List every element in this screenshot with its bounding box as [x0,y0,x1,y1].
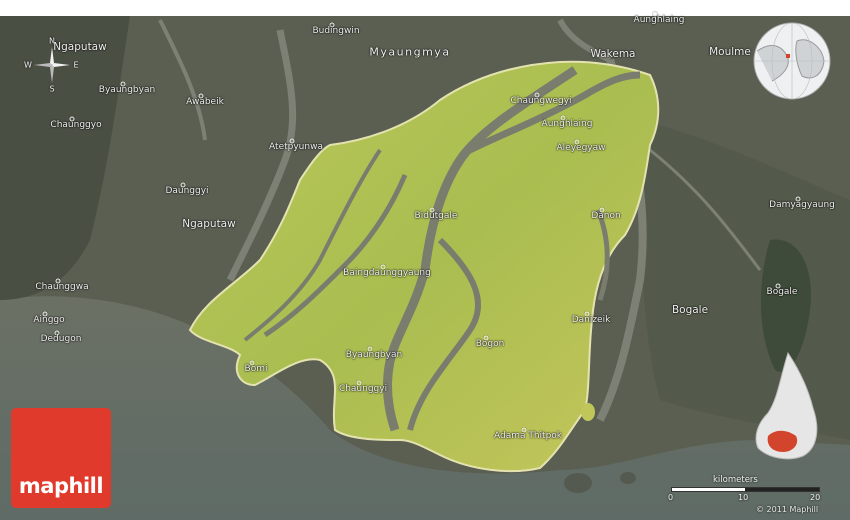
place-label[interactable]: Damyagyaung [769,200,835,210]
locator-inset [748,348,828,463]
place-label[interactable]: Ngaputaw [53,41,106,53]
logo-text: maphill [18,474,104,498]
scale-bar-graphic [671,487,820,492]
place-label[interactable]: Aunghlaing [634,15,685,25]
globe-icon [753,22,831,100]
place-label[interactable]: Atetpyunwa [269,142,323,152]
scale-bar: kilometers 0 10 20 [668,475,828,505]
scale-tick-10: 10 [738,493,749,502]
locator-globe [752,21,832,101]
place-label[interactable]: Ainggo [33,315,64,325]
place-label[interactable]: Bogale [767,287,798,297]
place-label[interactable]: Ngaputaw [182,218,235,230]
place-label[interactable]: Wakema [591,48,636,60]
place-label[interactable]: Aunghlaing [542,119,593,129]
place-label[interactable]: Chaunggyi [339,384,387,394]
place-label[interactable]: Awabeik [186,97,224,107]
place-label[interactable]: Danizeik [572,315,611,325]
place-label[interactable]: Danon [591,211,620,221]
place-label[interactable]: Daunggyi [165,186,208,196]
map-view[interactable]: N S W E Ngaputaw Budingwin Myaungmya Aunghl… [0,0,850,520]
place-label[interactable]: Chaungwegyi [510,96,571,106]
compass-s: S [49,84,55,94]
region-inset-icon [755,351,818,460]
place-label[interactable]: Budingwin [312,26,359,36]
place-label[interactable]: Moulme [709,46,751,58]
place-label[interactable]: Bidutgale [415,211,458,221]
place-label[interactable]: Bogale [672,304,708,316]
compass-w: W [24,60,32,70]
place-label[interactable]: Byaungbyan [346,350,402,360]
place-label[interactable]: Chaunggyo [50,120,101,130]
terrain-base [0,0,850,520]
scale-tick-20: 20 [810,493,821,502]
place-label[interactable]: Adama Thitpok [494,431,562,441]
place-label[interactable]: Chaunggwa [35,282,88,292]
place-label[interactable]: Aleyegyaw [557,143,606,153]
copyright-text: © 2011 Maphill [756,505,819,514]
place-label[interactable]: Bogon [476,339,505,349]
scale-tick-0: 0 [668,493,674,502]
place-label[interactable]: Byaungbyan [99,85,155,95]
place-label[interactable]: Baingdaunggyaung [343,268,431,278]
compass-e: E [73,60,79,70]
place-label[interactable]: Bomi [245,364,268,374]
maphill-logo[interactable]: maphill [11,408,111,508]
place-label[interactable]: Myaungmya [369,46,450,59]
scale-title: kilometers [713,475,758,485]
place-label[interactable]: Dedugon [41,334,82,344]
